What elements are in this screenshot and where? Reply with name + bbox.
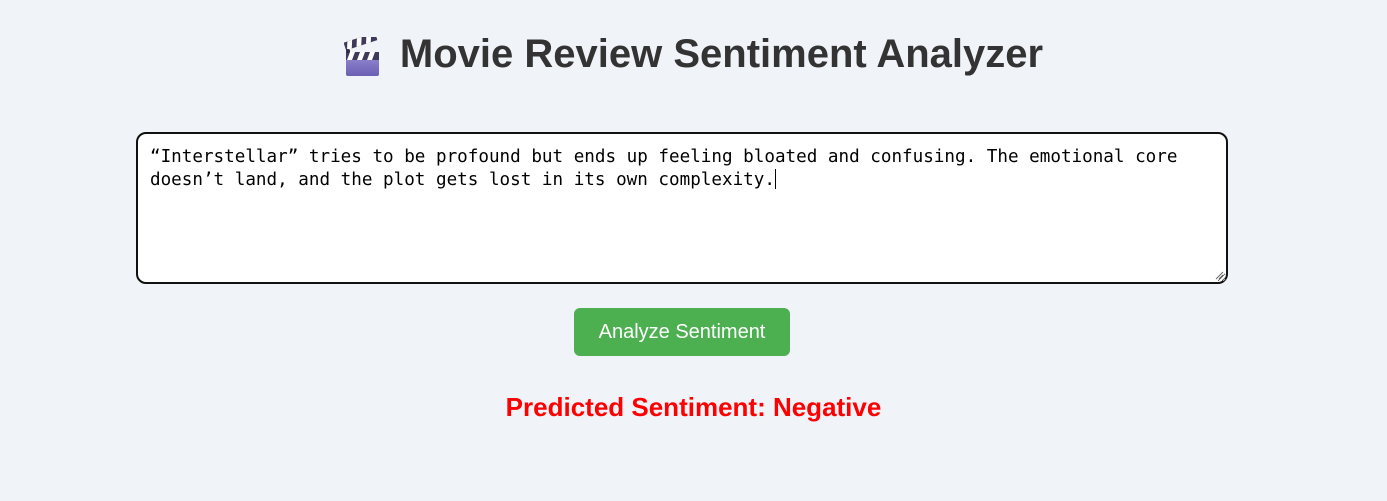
- page-header: Movie Review Sentiment Analyzer: [0, 32, 1387, 77]
- page-title: Movie Review Sentiment Analyzer: [399, 32, 1044, 76]
- review-textarea[interactable]: “Interstellar” tries to be profound but …: [136, 132, 1228, 284]
- predicted-sentiment-result: Predicted Sentiment: Negative: [505, 392, 882, 422]
- resize-grip-icon[interactable]: [1214, 270, 1224, 280]
- text-cursor: [774, 169, 776, 189]
- clapperboard-icon: [343, 36, 379, 76]
- review-text: “Interstellar” tries to be profound but …: [150, 147, 1178, 190]
- analyze-sentiment-button[interactable]: Analyze Sentiment: [574, 308, 790, 356]
